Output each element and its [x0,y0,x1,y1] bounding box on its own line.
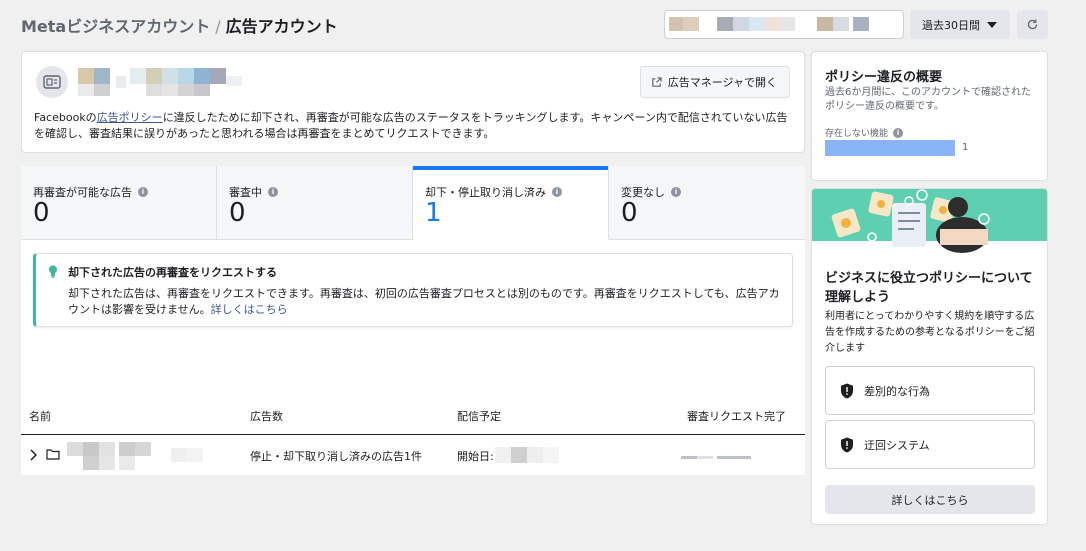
redacted-account-title [78,68,268,96]
top-bar: Metaビジネスアカウント / 広告アカウント 過去30日間 [0,0,1086,48]
tab-count: 0 [33,198,50,228]
notice-title: 却下された広告の再審査をリクエストする [68,266,277,279]
tab-count: 1 [425,198,442,228]
open-in-ads-manager-label: 広告マネージャで開く [667,76,777,89]
policy-item-label: 差別的な行為 [864,384,930,398]
shield-icon [841,437,853,452]
account-selector[interactable] [664,10,904,39]
column-header-review-requested[interactable]: 審査リクエスト完了 [687,408,786,424]
shield-icon [841,383,853,398]
policy-promo-subtitle: 利用者にとってわかりやすく規約を順守する広告を作成するための参考となるポリシーを… [825,311,1035,354]
table-row[interactable]: 停止・却下取り消し済みの広告1件 開始日: [21,436,805,475]
policy-violation-summary-card: ポリシー違反の概要 過去6か月間に、このアカウントで確認されたポリシー違反の概要… [811,51,1048,181]
external-link-icon [652,76,662,87]
learn-more-button[interactable]: 詳しくはこちら [825,485,1035,514]
column-header-name[interactable]: 名前 [29,408,51,424]
table-header: 名前 広告数 配信予定 審査リクエスト完了 [21,402,805,435]
tab-label: 却下・停止取り消し済み [425,186,546,199]
tab-eligible-for-review[interactable]: 再審査が可能な広告 i 0 [21,166,217,240]
policy-metric-value: 1 [962,142,969,153]
refresh-button[interactable] [1017,10,1048,39]
info-icon[interactable]: i [893,127,904,138]
breadcrumb-root[interactable]: Metaビジネスアカウント [21,17,210,36]
review-status-panel: 再審査が可能な広告 i 0 審査中 i 0 却下・停止取り消し済み i 1 変更なし i… [21,166,805,475]
tab-in-review[interactable]: 審査中 i 0 [217,166,413,240]
active-tab-indicator [413,166,608,170]
breadcrumb-separator: / [215,17,221,36]
redacted-start-date [495,447,565,463]
review-requested-placeholder [681,456,751,460]
ad-policy-link[interactable]: 広告ポリシー [97,111,163,124]
caret-down-icon [987,22,997,28]
tab-unchanged[interactable]: 変更なし i 0 [609,166,805,240]
info-icon[interactable]: i [552,187,562,197]
date-range-label: 過去30日間 [922,18,980,32]
account-header-card: 広告マネージャで開く Facebookの広告ポリシーに違反したために却下され、再… [21,51,805,153]
account-description: Facebookの広告ポリシーに違反したために却下され、再審査が可能な広告のステ… [34,110,794,142]
notice-body-text: 却下された広告は、再審査をリクエストできます。再審査は、初回の広告審査プロセスと… [68,287,780,316]
breadcrumb: Metaビジネスアカウント / 広告アカウント [21,13,338,37]
info-icon[interactable]: i [671,187,681,197]
tab-overturned[interactable]: 却下・停止取り消し済み i 1 [413,166,609,240]
rereview-notice: 却下された広告の再審査をリクエストする 却下された広告は、再審査をリクエストでき… [33,253,793,327]
ad-account-icon [36,66,68,98]
folder-icon [46,449,60,460]
tab-count: 0 [229,198,246,228]
status-tabs: 再審査が可能な広告 i 0 審査中 i 0 却下・停止取り消し済み i 1 変更なし i… [21,166,805,240]
policy-summary-subtitle: 過去6か月間に、このアカウントで確認されたポリシー違反の概要です。 [825,87,1032,112]
redacted-campaign-name [67,442,207,470]
policy-metric-label-row: 存在しない機能 i [825,126,904,139]
lightbulb-icon [49,265,57,278]
tab-count: 0 [621,198,638,228]
policy-metric-label: 存在しない機能 [825,129,889,139]
learn-more-link[interactable]: 詳しくはこちら [211,303,288,316]
column-header-schedule[interactable]: 配信予定 [457,408,501,424]
policy-metric-bar [825,140,955,156]
redacted-account-name [665,17,869,31]
breadcrumb-current: 広告アカウント [225,17,338,36]
policy-summary-title: ポリシー違反の概要 [825,70,943,85]
ad-count-cell: 停止・却下取り消し済みの広告1件 [250,450,422,463]
column-header-ad-count[interactable]: 広告数 [250,408,283,424]
notice-body: 却下された広告は、再審査をリクエストできます。再審査は、初回の広告審査プロセスと… [68,286,780,318]
chevron-right-icon[interactable] [29,449,37,461]
refresh-icon [1027,19,1038,30]
policy-item-label: 迂回システム [864,438,930,452]
date-range-dropdown[interactable]: 過去30日間 [910,10,1010,39]
policy-promo-title: ビジネスに役立つポリシーについて理解しよう [825,271,1033,305]
policy-learning-card: ビジネスに役立つポリシーについて理解しよう 利用者にとってわかりやすく規約を順守… [811,188,1048,525]
schedule-cell: 開始日: [457,450,494,463]
policy-illustration [812,189,1047,257]
info-icon[interactable]: i [268,187,278,197]
info-icon[interactable]: i [138,187,148,197]
description-prefix: Facebookの [34,111,97,124]
open-in-ads-manager-button[interactable]: 広告マネージャで開く [639,66,790,98]
policy-item-circumventing-systems[interactable]: 迂回システム [825,420,1035,469]
policy-item-discriminatory-practices[interactable]: 差別的な行為 [825,366,1035,415]
